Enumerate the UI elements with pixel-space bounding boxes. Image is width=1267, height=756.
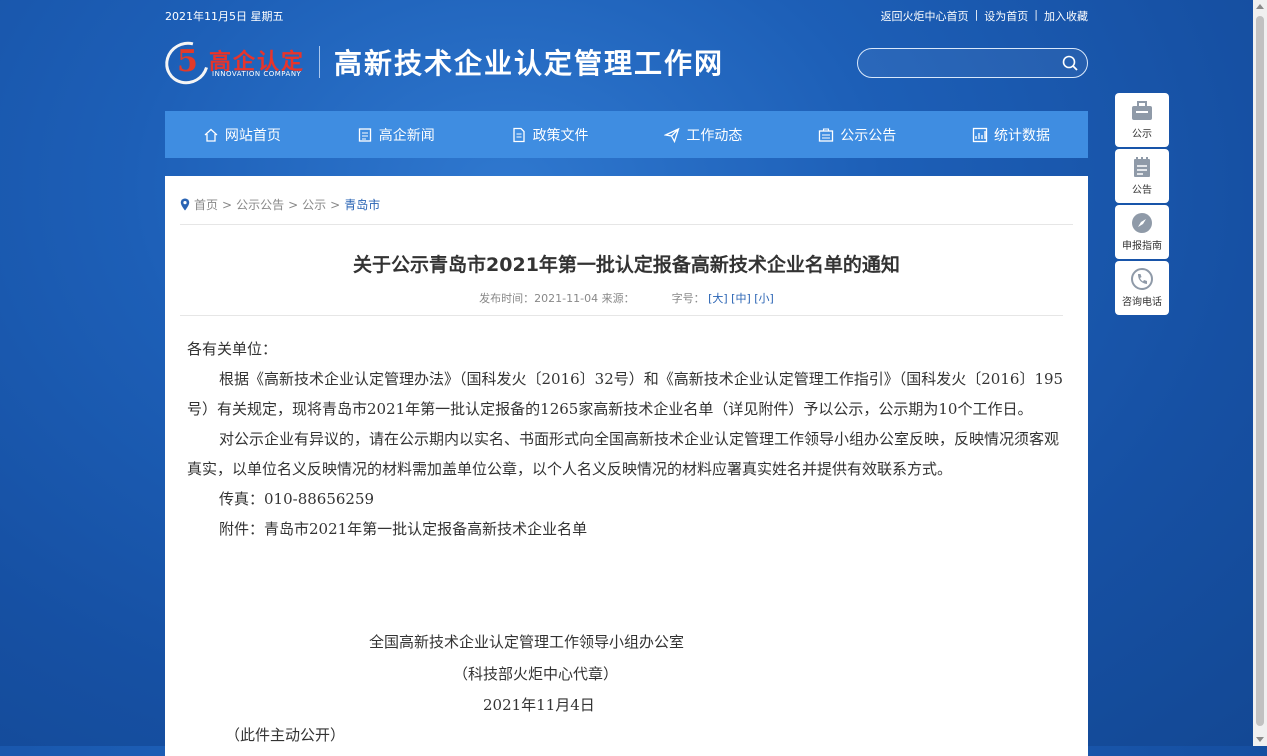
signature-date: 2021年11月4日	[483, 696, 595, 714]
paragraph: 对公示企业有异议的，请在公示期内以实名、书面形式向全国高新技术企业认定管理工作领…	[187, 430, 1060, 478]
nav-notice[interactable]: 公示公告	[780, 111, 934, 158]
search-input[interactable]	[870, 54, 1054, 74]
signature-seal: （科技部火炬中心代章）	[453, 665, 619, 683]
breadcrumb-notice[interactable]: 公示公告	[236, 196, 284, 213]
top-bar: 2021年11月5日 星期五 返回火炬中心首页 | 设为首页 | 加入收藏	[165, 8, 1088, 26]
main-nav: 网站首页 高企新闻 政策文件 工作动态 公示公告 统计数据	[165, 111, 1088, 158]
attachment-line[interactable]: 附件：青岛市2021年第一批认定报备高新技术企业名单	[187, 514, 1067, 544]
phone-icon	[1131, 268, 1153, 290]
header-divider	[319, 46, 320, 78]
nav-policy-label: 政策文件	[532, 127, 589, 144]
side-guide-button[interactable]: 申报指南	[1115, 205, 1169, 259]
notice-icon	[819, 127, 834, 142]
nav-stats[interactable]: 统计数据	[934, 111, 1088, 158]
nav-news-label: 高企新闻	[378, 127, 435, 144]
meta-divider	[180, 315, 1063, 316]
current-date: 2021年11月5日 星期五	[165, 10, 284, 23]
paragraph: 根据《高新技术企业认定管理办法》（国科发火〔2016〕32号）和《高新技术企业认…	[187, 370, 1064, 418]
nav-policy[interactable]: 政策文件	[473, 111, 627, 158]
site-logo[interactable]: 5 高企认定 INNOVATION COMPANY	[157, 33, 315, 93]
side-announcement-button[interactable]: 公告	[1115, 149, 1169, 203]
breadcrumb: 首页 > 公示公告 > 公示 > 青岛市	[180, 196, 380, 213]
breadcrumb-home[interactable]: 首页	[194, 196, 218, 213]
search-icon[interactable]	[1062, 55, 1078, 71]
article-meta: 发布时间：2021-11-04 来源： 字号： [大] [中] [小]	[165, 290, 1088, 306]
briefcase-icon	[1132, 101, 1152, 120]
logo-subtext: INNOVATION COMPANY	[212, 70, 302, 78]
site-title: 高新技术企业认定管理工作网	[334, 47, 725, 80]
chart-icon	[972, 127, 988, 142]
news-icon	[358, 127, 371, 142]
breadcrumb-current[interactable]: 青岛市	[344, 196, 380, 213]
font-size-medium[interactable]: [中]	[731, 292, 751, 305]
fax-line: 传真：010-88656259	[219, 490, 375, 508]
page-scrollbar[interactable]	[1253, 0, 1267, 746]
nav-home-label: 网站首页	[224, 127, 281, 144]
side-phone-button[interactable]: 咨询电话	[1115, 261, 1169, 315]
nav-stats-label: 统计数据	[994, 127, 1051, 144]
nav-notice-label: 公示公告	[840, 127, 897, 144]
nav-news[interactable]: 高企新闻	[319, 111, 473, 158]
side-publicity-button[interactable]: 公示	[1115, 93, 1169, 147]
publish-info: 发布时间：2021-11-04 来源：	[479, 292, 635, 305]
scroll-up-icon[interactable]	[1256, 4, 1264, 9]
scroll-down-icon[interactable]	[1256, 737, 1264, 742]
signature-org: 全国高新技术企业认定管理工作领导小组办公室	[369, 633, 685, 651]
breadcrumb-divider	[180, 224, 1073, 225]
document-icon	[512, 127, 525, 142]
link-torch-home[interactable]: 返回火炬中心首页	[881, 8, 969, 24]
link-set-homepage[interactable]: 设为首页	[984, 8, 1028, 24]
side-toolbar: 公示 公告 申报指南 咨询电话	[1115, 93, 1169, 317]
breadcrumb-publicity[interactable]: 公示	[302, 196, 326, 213]
nav-updates[interactable]: 工作动态	[626, 111, 780, 158]
nav-home[interactable]: 网站首页	[165, 111, 319, 158]
font-size-large[interactable]: [大]	[708, 292, 728, 305]
search-box	[857, 48, 1088, 78]
scroll-thumb[interactable]	[1256, 16, 1264, 726]
font-size-small[interactable]: [小]	[754, 292, 774, 305]
article-title: 关于公示青岛市2021年第一批认定报备高新技术企业名单的通知	[353, 254, 900, 276]
home-icon	[204, 128, 218, 142]
notepad-icon	[1134, 157, 1150, 177]
article-panel: 首页 > 公示公告 > 公示 > 青岛市 关于公示青岛市2021年第一批认定报备…	[165, 176, 1088, 756]
location-pin-icon	[180, 198, 190, 211]
greeting: 各有关单位：	[187, 340, 278, 358]
compass-icon	[1132, 213, 1152, 233]
link-add-favorite[interactable]: 加入收藏	[1044, 8, 1088, 24]
nav-updates-label: 工作动态	[686, 127, 743, 144]
send-icon	[664, 127, 680, 143]
public-note: （此件主动公开）	[225, 726, 346, 744]
font-size-label: 字号：	[671, 292, 705, 305]
article-body: 各有关单位： 根据《高新技术企业认定管理办法》（国科发火〔2016〕32号）和《…	[187, 334, 1067, 544]
top-links: 返回火炬中心首页 | 设为首页 | 加入收藏	[880, 8, 1088, 24]
